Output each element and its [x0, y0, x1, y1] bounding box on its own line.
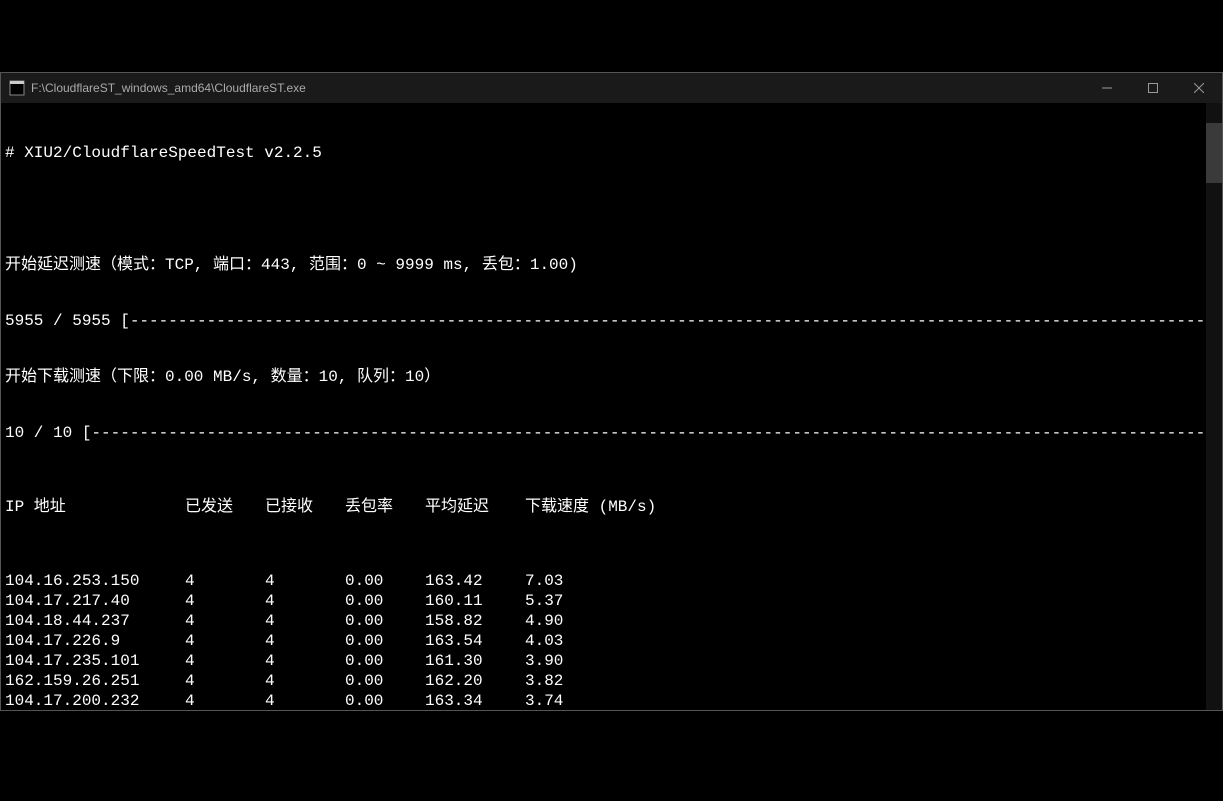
- cell-sent: 4: [185, 651, 265, 671]
- latency-header-line: 开始延迟测速（模式：TCP, 端口：443, 范围：0 ~ 9999 ms, 丢…: [5, 255, 1218, 275]
- header-sent: 已发送: [185, 497, 265, 517]
- cell-loss: 0.00: [345, 591, 425, 611]
- cell-speed: 5.37: [525, 591, 705, 611]
- cell-loss: 0.00: [345, 611, 425, 631]
- cell-ip: 104.17.200.232: [5, 691, 185, 710]
- cell-sent: 4: [185, 691, 265, 710]
- maximize-button[interactable]: [1130, 73, 1176, 103]
- table-header-row: IP 地址 已发送 已接收 丢包率 平均延迟 下载速度 (MB/s): [5, 497, 1218, 517]
- cell-recv: 4: [265, 611, 345, 631]
- terminal-area[interactable]: # XIU2/CloudflareSpeedTest v2.2.5 开始延迟测速…: [1, 103, 1222, 710]
- cell-speed: 4.90: [525, 611, 705, 631]
- cell-sent: 4: [185, 671, 265, 691]
- progress-line-1: 5955 / 5955 [---------------------------…: [5, 311, 1218, 331]
- close-button[interactable]: [1176, 73, 1222, 103]
- cell-loss: 0.00: [345, 691, 425, 710]
- table-row: 162.159.26.251440.00162.203.82: [5, 671, 1218, 691]
- cell-latency: 163.54: [425, 631, 525, 651]
- table-row: 104.16.253.150440.00163.427.03: [5, 571, 1218, 591]
- table-row: 104.17.226.9440.00163.544.03: [5, 631, 1218, 651]
- cell-ip: 104.17.226.9: [5, 631, 185, 651]
- cell-recv: 4: [265, 631, 345, 651]
- blank-line: [5, 199, 1218, 219]
- cell-loss: 0.00: [345, 651, 425, 671]
- console-window: F:\CloudflareST_windows_amd64\Cloudflare…: [0, 72, 1223, 711]
- header-speed: 下载速度 (MB/s): [525, 497, 705, 517]
- cell-loss: 0.00: [345, 631, 425, 651]
- cell-recv: 4: [265, 591, 345, 611]
- cell-ip: 104.18.44.237: [5, 611, 185, 631]
- progress2-pre: 10 / 10 [: [5, 424, 91, 442]
- progress-line-2: 10 / 10 [-------------------------------…: [5, 423, 1218, 443]
- cell-latency: 162.20: [425, 671, 525, 691]
- cell-latency: 163.34: [425, 691, 525, 710]
- window-title: F:\CloudflareST_windows_amd64\Cloudflare…: [31, 81, 306, 95]
- cell-speed: 3.90: [525, 651, 705, 671]
- cell-recv: 4: [265, 691, 345, 710]
- header-latency: 平均延迟: [425, 497, 525, 517]
- download-header-line: 开始下载测速（下限：0.00 MB/s, 数量：10, 队列：10）: [5, 367, 1218, 387]
- header-ip: IP 地址: [5, 497, 185, 517]
- cell-sent: 4: [185, 591, 265, 611]
- cell-latency: 158.82: [425, 611, 525, 631]
- scrollbar-thumb[interactable]: [1206, 123, 1222, 183]
- header-recv: 已接收: [265, 497, 345, 517]
- cell-speed: 3.82: [525, 671, 705, 691]
- cell-ip: 104.17.217.40: [5, 591, 185, 611]
- titlebar-left: F:\CloudflareST_windows_amd64\Cloudflare…: [9, 80, 306, 96]
- cell-recv: 4: [265, 651, 345, 671]
- cell-latency: 163.42: [425, 571, 525, 591]
- progress1-pre: 5955 / 5955 [: [5, 312, 130, 330]
- table-row: 104.17.217.40440.00160.115.37: [5, 591, 1218, 611]
- banner-line: # XIU2/CloudflareSpeedTest v2.2.5: [5, 143, 1218, 163]
- cell-recv: 4: [265, 571, 345, 591]
- cell-ip: 162.159.26.251: [5, 671, 185, 691]
- titlebar[interactable]: F:\CloudflareST_windows_amd64\Cloudflare…: [1, 73, 1222, 103]
- cell-speed: 4.03: [525, 631, 705, 651]
- progress1-dash: ----------------------------------------…: [130, 312, 1222, 330]
- scrollbar[interactable]: [1206, 103, 1222, 710]
- cell-latency: 160.11: [425, 591, 525, 611]
- header-loss: 丢包率: [345, 497, 425, 517]
- cell-loss: 0.00: [345, 571, 425, 591]
- progress2-dash: ----------------------------------------…: [91, 424, 1222, 442]
- cell-ip: 104.17.235.101: [5, 651, 185, 671]
- cell-latency: 161.30: [425, 651, 525, 671]
- cell-speed: 7.03: [525, 571, 705, 591]
- cell-ip: 104.16.253.150: [5, 571, 185, 591]
- table-row: 104.17.200.232440.00163.343.74: [5, 691, 1218, 710]
- cell-loss: 0.00: [345, 671, 425, 691]
- window-controls: [1084, 73, 1222, 103]
- cell-sent: 4: [185, 571, 265, 591]
- table-body: 104.16.253.150440.00163.427.03104.17.217…: [5, 571, 1218, 710]
- cell-speed: 3.74: [525, 691, 705, 710]
- minimize-button[interactable]: [1084, 73, 1130, 103]
- table-row: 104.18.44.237440.00158.824.90: [5, 611, 1218, 631]
- app-icon: [9, 80, 25, 96]
- cell-sent: 4: [185, 611, 265, 631]
- cell-recv: 4: [265, 671, 345, 691]
- cell-sent: 4: [185, 631, 265, 651]
- table-row: 104.17.235.101440.00161.303.90: [5, 651, 1218, 671]
